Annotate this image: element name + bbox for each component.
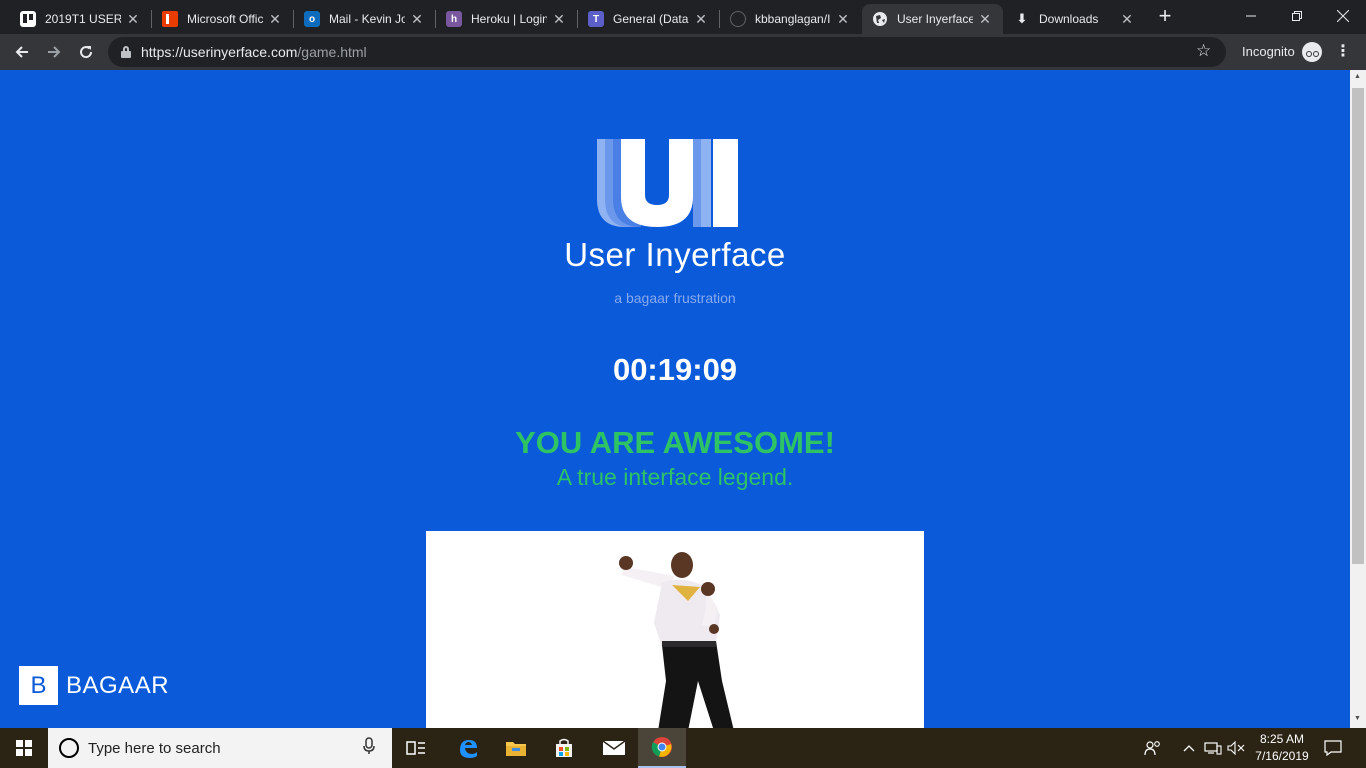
tab-title: Microsoft Offic	[187, 12, 263, 26]
taskbar-search-box[interactable]: Type here to search	[48, 728, 392, 768]
url-host: https://userinyerface.com	[141, 44, 298, 60]
task-view-icon[interactable]	[392, 728, 440, 768]
chrome-icon[interactable]	[638, 728, 686, 768]
restore-icon	[1292, 11, 1302, 21]
minimize-button[interactable]	[1228, 0, 1274, 32]
trello-icon	[20, 11, 36, 27]
globe-icon	[872, 11, 888, 27]
forward-arrow-icon	[48, 46, 61, 58]
success-subline: A true interface legend.	[556, 464, 794, 490]
network-icon[interactable]	[1202, 728, 1224, 768]
tab-title: Heroku | Login	[471, 12, 547, 26]
close-icon	[1337, 10, 1349, 22]
close-tab-icon[interactable]: ✕	[835, 11, 851, 28]
page-content: User Inyerface a bagaar frustration 00:1…	[0, 70, 1350, 728]
system-clock[interactable]: 8:25 AM 7/16/2019	[1246, 731, 1318, 765]
tab-outlook[interactable]: o Mail - Kevin Jo ✕	[294, 4, 435, 34]
tab-title: Downloads	[1039, 12, 1099, 26]
teams-icon: T	[588, 11, 604, 27]
url-path: /game.html	[297, 44, 367, 60]
download-icon: ⬇	[1016, 11, 1028, 26]
windows-taskbar: Type here to search 8:25 AM 7/16/2019	[0, 728, 1366, 768]
minimize-icon	[1246, 15, 1256, 17]
tab-title: General (Data	[613, 12, 689, 26]
close-tab-icon[interactable]: ✕	[693, 11, 709, 28]
windows-logo-icon	[16, 740, 32, 756]
tab-strip: 2019T1 USERD ✕ Microsoft Offic ✕ o Mail …	[0, 0, 1366, 34]
restore-button[interactable]	[1274, 0, 1320, 32]
search-placeholder: Type here to search	[88, 739, 221, 757]
close-window-button[interactable]	[1320, 0, 1366, 32]
tab-github[interactable]: kbbanglagan/I ✕	[720, 4, 861, 34]
tab-heroku[interactable]: h Heroku | Login ✕	[436, 4, 577, 34]
game-timer: 00:19:09	[612, 352, 738, 387]
url-text[interactable]: https://userinyerface.com/game.html	[141, 44, 367, 60]
outlook-icon: o	[304, 11, 320, 27]
tab-user-inyerface[interactable]: User Inyerface ✕	[862, 4, 1003, 34]
close-tab-icon[interactable]: ✕	[409, 11, 425, 28]
dancing-man-illustration	[619, 552, 734, 728]
people-icon[interactable]	[1140, 728, 1166, 768]
tab-office[interactable]: Microsoft Offic ✕	[152, 4, 293, 34]
store-icon[interactable]	[540, 728, 588, 768]
close-tab-icon[interactable]: ✕	[267, 11, 283, 28]
celebration-dance-image	[426, 531, 924, 728]
user-inyerface-logo	[597, 139, 738, 227]
file-explorer-icon[interactable]	[492, 728, 540, 768]
tab-trello[interactable]: 2019T1 USERD ✕	[10, 4, 151, 34]
heroku-icon: h	[446, 11, 462, 27]
office-icon	[162, 11, 178, 27]
clock-time: 8:25 AM	[1259, 732, 1305, 746]
forward-button[interactable]	[40, 38, 68, 66]
mail-icon[interactable]	[590, 728, 638, 768]
brand-title: User Inyerface	[564, 236, 786, 273]
bookmark-star-icon[interactable]: ☆	[1196, 42, 1211, 60]
brand-subtitle: a bagaar frustration	[614, 290, 736, 306]
tab-title: Mail - Kevin Jo	[329, 12, 405, 26]
browser-toolbar: https://userinyerface.com/game.html ☆ In…	[0, 34, 1366, 70]
lock-icon	[121, 46, 131, 58]
show-hidden-icons-chevron-icon[interactable]	[1180, 728, 1198, 768]
vertical-scrollbar[interactable]: ▲ ▼	[1350, 70, 1366, 728]
scroll-thumb[interactable]	[1352, 88, 1364, 564]
new-tab-button[interactable]: +	[1152, 5, 1178, 29]
bagaar-logo-name: BAGAAR	[66, 671, 170, 699]
close-tab-icon[interactable]: ✕	[977, 11, 993, 28]
clock-date: 7/16/2019	[1255, 749, 1309, 763]
scroll-up-arrow-icon[interactable]: ▲	[1354, 73, 1361, 80]
browser-menu-icon[interactable]: ⋮	[1335, 43, 1351, 61]
incognito-label[interactable]: Incognito	[1242, 44, 1295, 59]
bagaar-footer-logo[interactable]: B BAGAAR	[19, 666, 169, 705]
microphone-icon[interactable]	[358, 737, 380, 759]
close-tab-icon[interactable]: ✕	[1119, 11, 1135, 28]
tab-title: User Inyerface	[897, 12, 973, 26]
tab-downloads[interactable]: ⬇ Downloads ✕	[1004, 4, 1145, 34]
edge-icon[interactable]	[444, 728, 492, 768]
cortana-icon	[59, 738, 79, 758]
success-headline: YOU ARE AWESOME!	[515, 425, 835, 460]
address-bar[interactable]: https://userinyerface.com/game.html	[108, 37, 1226, 67]
back-button[interactable]	[8, 38, 36, 66]
tab-teams[interactable]: T General (Data ✕	[578, 4, 719, 34]
reload-icon	[80, 46, 93, 59]
incognito-icon[interactable]	[1302, 42, 1322, 62]
reload-button[interactable]	[72, 38, 100, 66]
close-tab-icon[interactable]: ✕	[551, 11, 567, 28]
action-center-icon[interactable]	[1318, 728, 1348, 768]
back-arrow-icon	[15, 46, 28, 58]
tab-title: kbbanglagan/I	[755, 12, 831, 26]
scroll-down-arrow-icon[interactable]: ▼	[1354, 715, 1361, 722]
tab-title: 2019T1 USERD	[45, 12, 121, 26]
github-icon	[730, 11, 746, 27]
bagaar-logo-mark: B	[19, 666, 58, 705]
volume-muted-icon[interactable]	[1226, 728, 1246, 768]
close-tab-icon[interactable]: ✕	[125, 11, 141, 28]
start-button[interactable]	[0, 728, 48, 768]
